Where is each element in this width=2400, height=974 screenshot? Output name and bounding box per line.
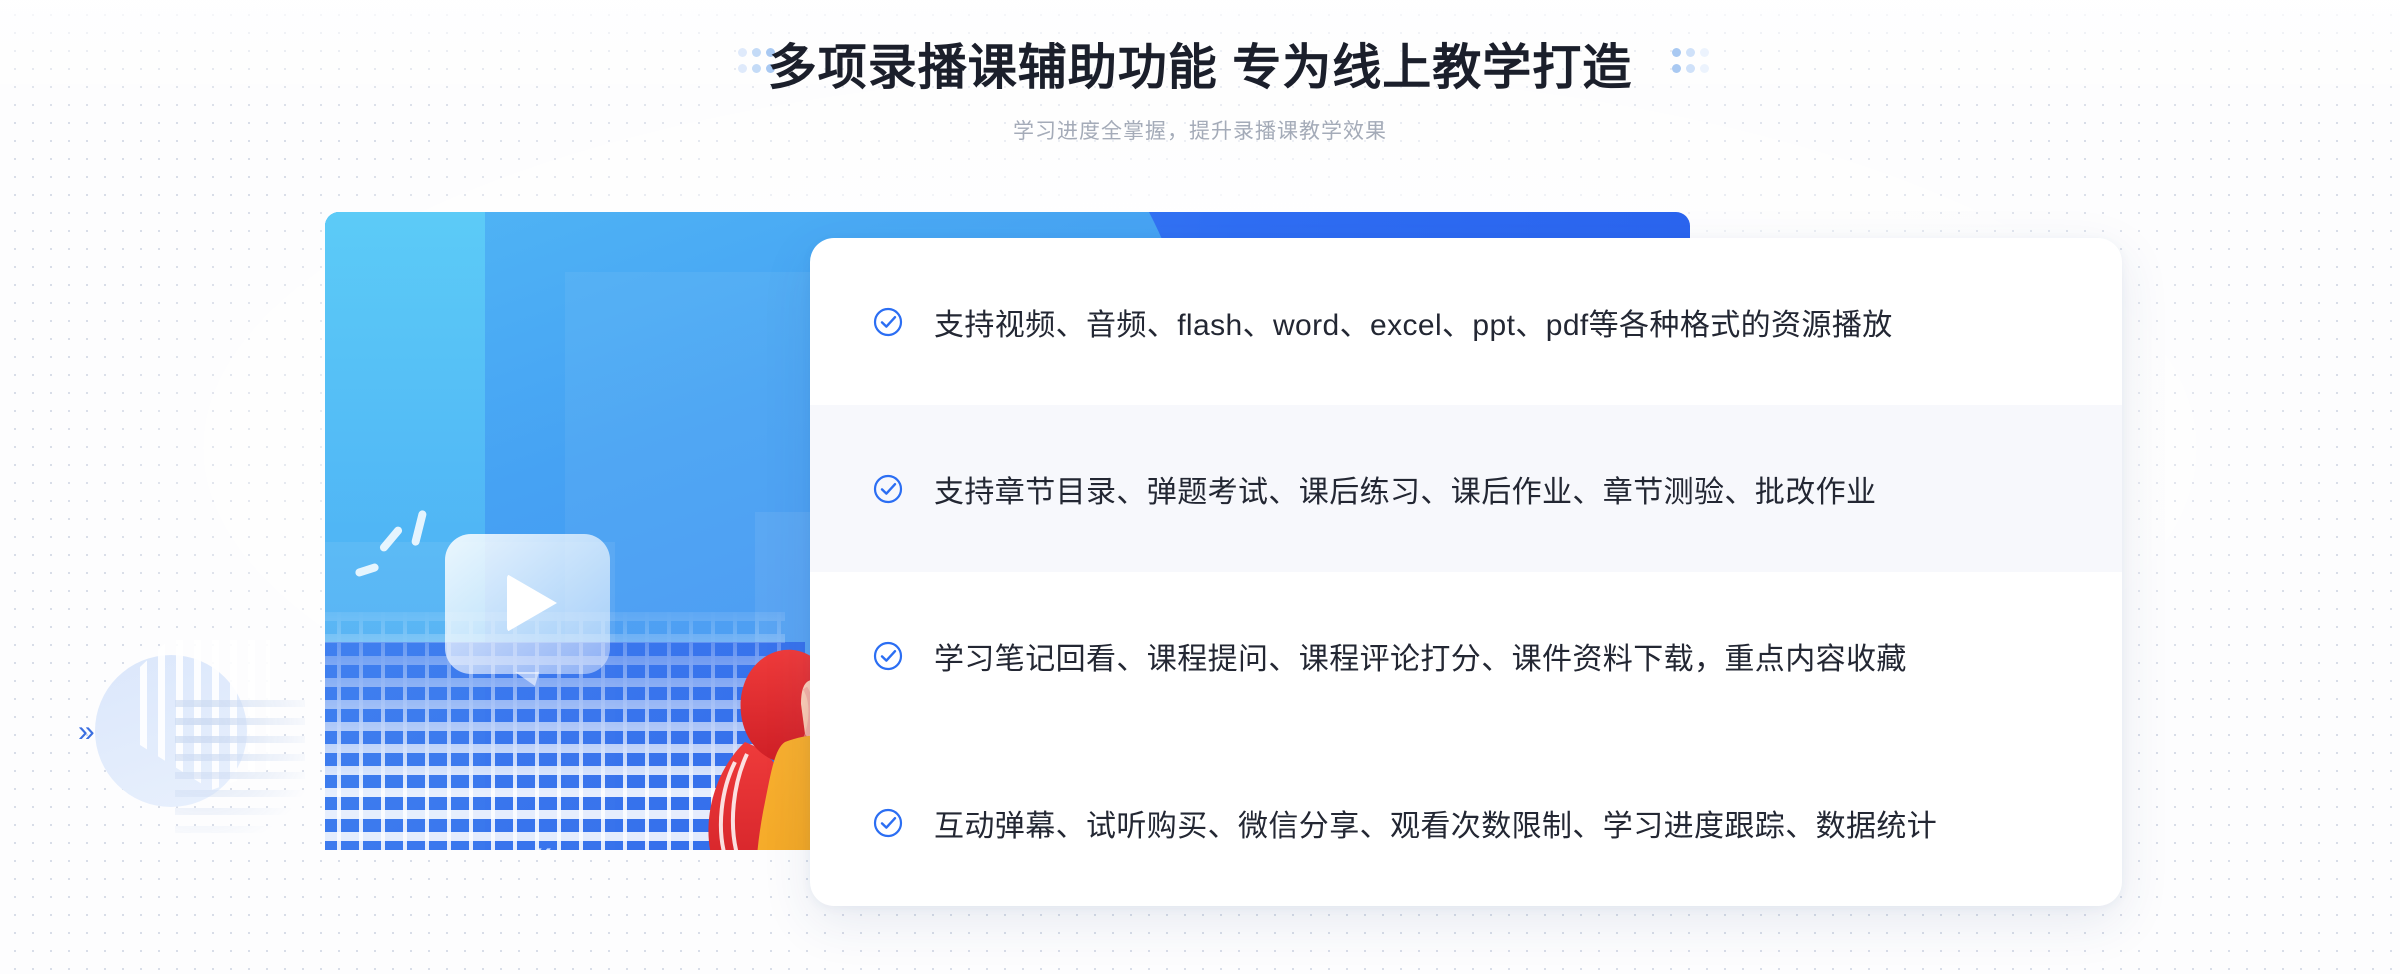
feature-row-1[interactable]: 支持视频、音频、flash、word、excel、ppt、pdf等各种格式的资源…: [810, 238, 2122, 405]
chevron-right-icon: »: [78, 715, 95, 748]
feature-text: 互动弹幕、试听购买、微信分享、观看次数限制、学习进度跟踪、数据统计: [934, 809, 1938, 843]
page-title: 多项录播课辅助功能 专为线上教学打造: [767, 41, 1633, 95]
feature-text: 支持视频、音频、flash、word、excel、ppt、pdf等各种格式的资源…: [934, 308, 1893, 342]
decorative-dot-pattern: [175, 700, 305, 840]
feature-row-4[interactable]: 互动弹幕、试听购买、微信分享、观看次数限制、学习进度跟踪、数据统计: [810, 739, 2122, 906]
page-canvas: 多项录播课辅助功能 专为线上教学打造 学习进度全掌握，提升录播课教学效果 » «: [0, 0, 2400, 974]
dot-cluster-right-decoration: [1672, 48, 1714, 80]
feature-text: 支持章节目录、弹题考试、课后练习、课后作业、章节测验、批改作业: [934, 475, 1877, 509]
features-card: 支持视频、音频、flash、word、excel、ppt、pdf等各种格式的资源…: [810, 238, 2122, 906]
page-subtitle: 学习进度全掌握，提升录播课教学效果: [1013, 120, 1387, 143]
play-icon: [507, 574, 557, 632]
header: 多项录播课辅助功能 专为线上教学打造 学习进度全掌握，提升录播课教学效果: [0, 0, 2400, 150]
chevron-left-icon: «: [530, 834, 552, 850]
check-circle-icon: [873, 307, 903, 336]
check-circle-icon: [873, 641, 903, 670]
video-speech-bubble: [445, 534, 610, 686]
check-circle-icon: [873, 808, 903, 837]
feature-text: 学习笔记回看、课程提问、课程评论打分、课件资料下载，重点内容收藏: [934, 642, 1907, 676]
feature-row-2[interactable]: 支持章节目录、弹题考试、课后练习、课后作业、章节测验、批改作业: [810, 405, 2122, 572]
check-circle-icon: [873, 474, 903, 503]
feature-row-3[interactable]: 学习笔记回看、课程提问、课程评论打分、课件资料下载，重点内容收藏: [810, 572, 2122, 739]
